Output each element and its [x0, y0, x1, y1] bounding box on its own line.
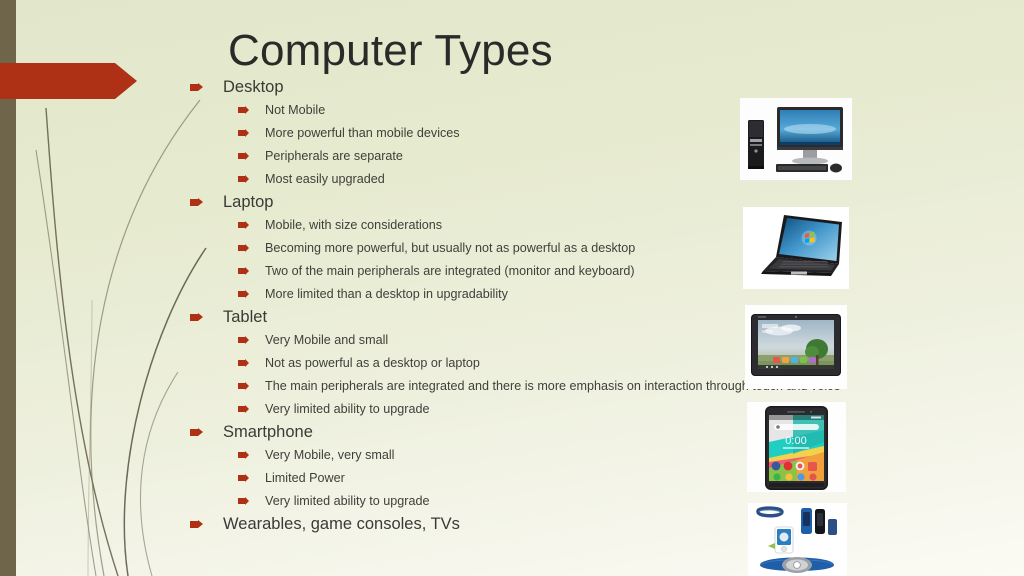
outline-label: Desktop: [223, 78, 284, 96]
outline-sublabel: More limited than a desktop in upgradabi…: [265, 287, 508, 301]
outline-sublabel: Mobile, with size considerations: [265, 218, 443, 232]
outline-sublabel: Limited Power: [265, 471, 345, 485]
smartphone-photo: 0:00: [747, 402, 846, 492]
arrow-bullet-icon: [190, 313, 203, 322]
outline-sublabel: Very limited ability to upgrade: [265, 402, 430, 416]
outline-sublabel: More powerful than mobile devices: [265, 126, 460, 140]
outline-sublabel: Becoming more powerful, but usually not …: [265, 241, 636, 255]
list-item: Peripherals are separate: [190, 147, 990, 170]
arrow-bullet-icon: [238, 474, 249, 482]
outline-sublabel: Not Mobile: [265, 103, 326, 117]
outline-label: Smartphone: [223, 423, 313, 441]
outline-sublabel: Very Mobile and small: [265, 333, 389, 347]
list-item: Laptop: [190, 193, 990, 216]
outline-sublabel: Not as powerful as a desktop or laptop: [265, 356, 480, 370]
outline-label: Tablet: [223, 308, 268, 326]
list-item: Desktop: [190, 78, 990, 101]
arrow-bullet-icon: [238, 129, 249, 137]
arrow-bullet-icon: [238, 497, 249, 505]
list-item: Very limited ability to upgrade: [190, 400, 990, 423]
arrow-bullet-icon: [238, 244, 249, 252]
list-item: More limited than a desktop in upgradabi…: [190, 285, 990, 308]
arrow-bullet-icon: [238, 290, 249, 298]
arrow-bullet-icon: [238, 405, 249, 413]
list-item: The main peripherals are integrated and …: [190, 377, 990, 400]
wearables-photo: [748, 503, 847, 576]
list-item: More powerful than mobile devices: [190, 124, 990, 147]
list-item: Very limited ability to upgrade: [190, 492, 990, 515]
slide: Computer Types Desktop Not Mobile More p…: [0, 0, 1024, 576]
list-item: Tablet: [190, 308, 990, 331]
arrow-bullet-icon: [238, 267, 249, 275]
arrow-bullet-icon: [238, 359, 249, 367]
outline-sublabel: Very limited ability to upgrade: [265, 494, 430, 508]
arrow-bullet-icon: [190, 428, 203, 437]
arrow-bullet-icon: [238, 175, 249, 183]
list-item: Not Mobile: [190, 101, 990, 124]
arrow-bullet-icon: [238, 221, 249, 229]
list-item: Wearables, game consoles, TVs: [190, 515, 990, 538]
list-item: Becoming more powerful, but usually not …: [190, 239, 990, 262]
arrow-bullet-icon: [238, 382, 249, 390]
list-item: Smartphone: [190, 423, 990, 446]
outline-label: Laptop: [223, 193, 274, 211]
laptop-photo: [743, 207, 849, 289]
svg-text:0:00: 0:00: [785, 435, 806, 447]
list-item: Mobile, with size considerations: [190, 216, 990, 239]
list-item: Limited Power: [190, 469, 990, 492]
list-item: Very Mobile and small: [190, 331, 990, 354]
arrow-bullet-icon: [190, 198, 203, 207]
list-item: Very Mobile, very small: [190, 446, 990, 469]
outline-sublabel: Most easily upgraded: [265, 172, 385, 186]
list-item: Most easily upgraded: [190, 170, 990, 193]
outline-list: Desktop Not Mobile More powerful than mo…: [190, 78, 990, 538]
arrow-bullet-icon: [238, 336, 249, 344]
outline-sublabel: Two of the main peripherals are integrat…: [265, 264, 635, 278]
red-arrow-banner: [0, 63, 137, 99]
outline-sublabel: Very Mobile, very small: [265, 448, 395, 462]
list-item: Two of the main peripherals are integrat…: [190, 262, 990, 285]
desktop-computer-photo: [740, 98, 852, 180]
outline-sublabel: Peripherals are separate: [265, 149, 403, 163]
arrow-bullet-icon: [238, 152, 249, 160]
outline-label: Wearables, game consoles, TVs: [223, 515, 460, 533]
tablet-photo: [745, 305, 847, 389]
arrow-bullet-icon: [190, 520, 203, 529]
arrow-bullet-icon: [238, 451, 249, 459]
page-title: Computer Types: [228, 26, 553, 75]
arrow-bullet-icon: [190, 83, 203, 92]
arrow-bullet-icon: [238, 106, 249, 114]
list-item: Not as powerful as a desktop or laptop: [190, 354, 990, 377]
